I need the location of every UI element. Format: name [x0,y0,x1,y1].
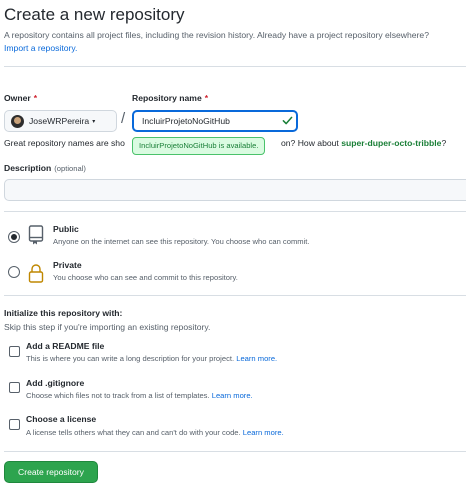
license-title: Choose a license [26,414,97,424]
name-hint-text: on? How about [281,138,339,148]
chevron-down-icon: ▾ [92,118,96,125]
public-desc: Anyone on the internet can see this repo… [53,237,310,246]
divider [4,295,466,296]
gitignore-checkbox[interactable] [9,382,20,393]
readme-desc-text: This is where you can write a long descr… [26,354,235,363]
divider [4,211,466,212]
required-mark: * [33,93,38,103]
owner-label: Owner * [4,93,37,103]
create-repository-button[interactable]: Create repository [4,461,98,483]
description-label: Description (optional) [4,163,86,173]
readme-checkbox[interactable] [9,346,20,357]
owner-label-text: Owner [4,93,31,103]
license-checkbox[interactable] [9,419,20,430]
gitignore-title: Add .gitignore [26,378,85,388]
readme-title: Add a README file [26,341,105,351]
owner-repo-separator: / [121,110,126,127]
license-learn-more-link[interactable]: Learn more. [243,428,284,437]
private-radio[interactable] [8,266,20,278]
public-radio[interactable] [8,231,20,243]
name-hint-start: Great repository names are sho [4,138,125,148]
page-title: Create a new repository [4,5,185,24]
optional-mark: (optional) [54,164,86,173]
avatar [11,114,24,128]
description-label-text: Description [4,163,52,173]
private-desc: You choose who can see and commit to thi… [53,273,238,282]
gitignore-desc: Choose which files not to track from a l… [26,391,253,400]
lock-icon [28,264,44,283]
license-desc-text: A license tells others what they can and… [26,428,241,437]
private-title: Private [53,260,82,270]
repo-name-label-text: Repository name [132,93,202,103]
public-title: Public [53,224,79,234]
name-hint-end: on? How about super-duper-octo-tribble? [281,138,446,148]
availability-tooltip: IncluirProjetoNoGitHub is available. [132,137,266,155]
required-mark: * [204,93,209,103]
owner-dropdown[interactable]: JoseWRPereira ▾ [4,110,117,132]
readme-desc: This is where you can write a long descr… [26,354,277,363]
import-repository-link[interactable]: Import a repository. [4,43,77,53]
license-desc: A license tells others what they can and… [26,428,284,437]
description-input[interactable] [4,179,466,201]
repo-name-label: Repository name * [132,93,208,103]
suggested-name-link[interactable]: super-duper-octo-tribble [341,138,441,148]
divider [4,451,466,452]
readme-learn-more-link[interactable]: Learn more. [236,354,277,363]
initialize-desc: Skip this step if you're importing an ex… [4,322,211,332]
owner-value: JoseWRPereira [29,116,90,126]
repository-name-input[interactable]: IncluirProjetoNoGitHub [132,110,298,132]
initialize-title: Initialize this repository with: [4,308,123,318]
check-icon [282,116,293,125]
gitignore-learn-more-link[interactable]: Learn more. [212,391,253,400]
name-hint-end-mark: ? [441,138,447,148]
divider [4,66,466,67]
repo-icon [28,225,44,245]
page-subtitle: A repository contains all project files,… [4,30,429,40]
gitignore-desc-text: Choose which files not to track from a l… [26,391,210,400]
